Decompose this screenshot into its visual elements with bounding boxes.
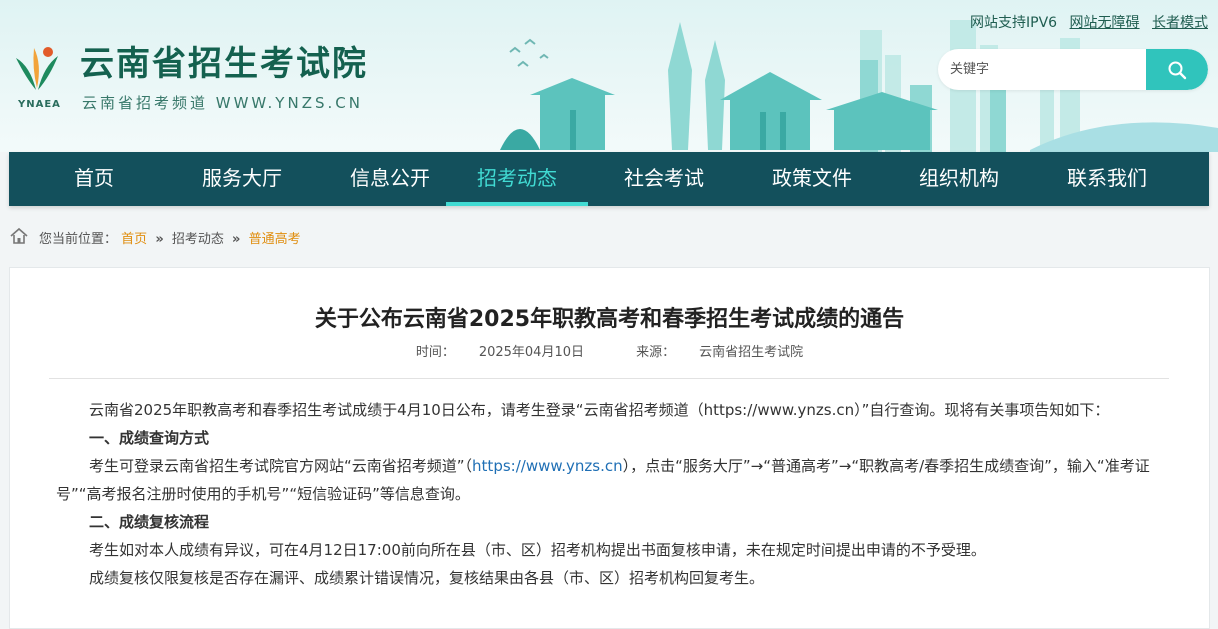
nav-item-info-disclosure[interactable]: 信息公开: [320, 152, 460, 206]
breadcrumb-label: 您当前位置：: [39, 232, 118, 247]
top-links: 网站支持IPV6 网站无障碍 长者模式: [962, 12, 1208, 32]
paragraph-review-scope: 成绩复核仅限复核是否存在漏评、成绩累计错误情况，复核结果由各县（市、区）招考机构…: [89, 569, 765, 587]
home-icon: [10, 227, 28, 244]
breadcrumb-home-link[interactable]: 首页: [121, 232, 147, 247]
search-input[interactable]: [938, 49, 1170, 90]
site-subtitle: 云南省招考频道 WWW.YNZS.CN: [82, 94, 363, 112]
elderly-mode-link[interactable]: 长者模式: [1152, 15, 1208, 31]
nav-item-organization[interactable]: 组织机构: [889, 152, 1029, 206]
ynzs-url-link[interactable]: https://www.ynzs.cn: [472, 457, 623, 475]
search-button[interactable]: [1146, 49, 1208, 90]
breadcrumb-separator: »: [232, 232, 241, 247]
site-header: YNAEA 云南省招生考试院 云南省招考频道 WWW.YNZS.CN 网站支持I…: [0, 0, 1218, 152]
section-heading-query: 一、成绩查询方式: [89, 429, 210, 447]
ynaea-logo-icon: [16, 47, 58, 90]
ipv6-support-label: 网站支持IPV6: [970, 15, 1058, 31]
publish-date: 2025年04月10日: [478, 345, 584, 360]
search-box: [938, 49, 1208, 90]
breadcrumb-current-link[interactable]: 普通高考: [249, 232, 301, 247]
main-nav: 首页 服务大厅 信息公开 招考动态 社会考试 政策文件 组织机构 联系我们: [9, 152, 1209, 206]
accessibility-link[interactable]: 网站无障碍: [1070, 15, 1140, 31]
article-body: 云南省2025年职教高考和春季招生考试成绩于4月10日公布，请考生登录“云南省招…: [56, 396, 1166, 592]
article-panel: 关于公布云南省2025年职教高考和春季招生考试成绩的通告 时间： 2025年04月…: [9, 267, 1210, 629]
divider: [49, 378, 1169, 379]
section-heading-review: 二、成绩复核流程: [89, 513, 210, 531]
breadcrumb-separator: »: [155, 232, 164, 247]
nav-item-social-exams[interactable]: 社会考试: [594, 152, 734, 206]
nav-item-policy-docs[interactable]: 政策文件: [742, 152, 882, 206]
nav-item-home[interactable]: 首页: [24, 152, 164, 206]
article-title: 关于公布云南省2025年职教高考和春季招生考试成绩的通告: [314, 307, 905, 332]
nav-item-exam-news[interactable]: 招考动态: [446, 152, 588, 206]
paragraph-query-text-a: 考生可登录云南省招生考试院官方网站“云南省招考频道”（: [89, 457, 473, 475]
article-source: 云南省招生考试院: [699, 345, 804, 360]
paragraph-review-deadline: 考生如对本人成绩有异议，可在4月12日17:00前向所在县（市、区）招考机构提出…: [89, 541, 986, 559]
search-icon: [1168, 61, 1187, 80]
paragraph-query: 考生可登录云南省招生考试院官方网站“云南省招考频道”（https://www.y…: [56, 452, 1166, 508]
article-meta: 时间： 2025年04月10日 来源： 云南省招生考试院: [10, 341, 1209, 360]
logo-abbreviation: YNAEA: [18, 99, 61, 110]
paragraph-intro: 云南省2025年职教高考和春季招生考试成绩于4月10日公布，请考生登录“云南省招…: [89, 401, 1110, 419]
time-label: 时间：: [415, 345, 455, 360]
breadcrumb-section-link[interactable]: 招考动态: [172, 232, 224, 247]
source-label: 来源：: [636, 345, 676, 360]
nav-item-service-hall[interactable]: 服务大厅: [172, 152, 312, 206]
nav-item-contact-us[interactable]: 联系我们: [1037, 152, 1177, 206]
site-title: 云南省招生考试院: [80, 44, 368, 84]
